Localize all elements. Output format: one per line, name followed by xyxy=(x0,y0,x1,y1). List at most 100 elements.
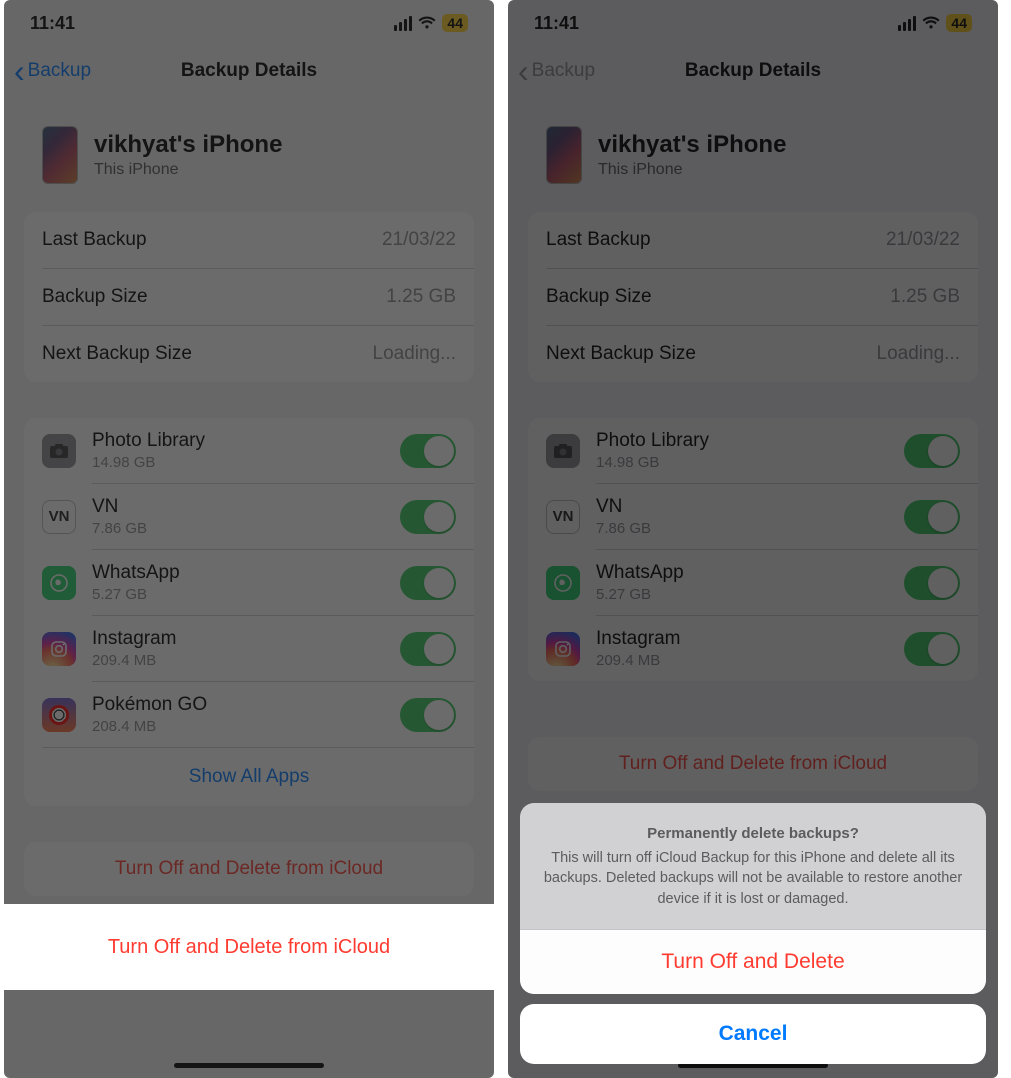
status-bar: 11:41 44 xyxy=(4,0,494,46)
whatsapp-icon xyxy=(546,566,580,600)
danger-group: Turn Off and Delete from iCloud xyxy=(528,737,978,791)
toggle-whatsapp[interactable] xyxy=(400,566,456,600)
status-bar: 11:41 44 xyxy=(508,0,998,46)
sheet-cancel-button[interactable]: Cancel xyxy=(520,1004,986,1064)
info-label: Backup Size xyxy=(42,286,148,308)
app-size: 14.98 GB xyxy=(92,454,205,471)
sheet-message: Permanently delete backups? This will tu… xyxy=(520,803,986,929)
battery-icon: 44 xyxy=(946,14,972,32)
app-size: 14.98 GB xyxy=(596,454,709,471)
app-row-photo-library: Photo Library 14.98 GB xyxy=(24,418,474,483)
turn-off-delete-button[interactable]: Turn Off and Delete from iCloud xyxy=(528,737,978,791)
screenshot-right: 11:41 44 ‹ Backup Backup Details vikhyat… xyxy=(508,0,998,1078)
app-size: 7.86 GB xyxy=(92,520,147,537)
action-sheet: Permanently delete backups? This will tu… xyxy=(520,803,986,1064)
device-subtitle: This iPhone xyxy=(94,161,282,179)
app-size: 208.4 MB xyxy=(92,718,207,735)
sheet-title: Permanently delete backups? xyxy=(542,825,964,842)
info-value: Loading... xyxy=(877,343,960,365)
info-value: 1.25 GB xyxy=(890,286,960,308)
highlighted-button-label: Turn Off and Delete from iCloud xyxy=(108,936,390,959)
battery-icon: 44 xyxy=(442,14,468,32)
info-value: 1.25 GB xyxy=(386,286,456,308)
show-all-apps-button[interactable]: Show All Apps xyxy=(24,748,474,806)
app-name: Instagram xyxy=(596,628,680,650)
nav-bar: ‹ Backup Backup Details xyxy=(508,46,998,96)
toggle-vn[interactable] xyxy=(400,500,456,534)
device-subtitle: This iPhone xyxy=(598,161,786,179)
app-size: 7.86 GB xyxy=(596,520,651,537)
app-name: VN xyxy=(92,496,147,518)
info-value: Loading... xyxy=(373,343,456,365)
toggle-whatsapp[interactable] xyxy=(904,566,960,600)
status-time: 11:41 xyxy=(534,13,579,34)
photo-library-icon xyxy=(546,434,580,468)
chevron-left-icon: ‹ xyxy=(518,63,529,79)
sheet-turn-off-delete-button[interactable]: Turn Off and Delete xyxy=(520,930,986,994)
info-label: Last Backup xyxy=(42,229,147,251)
device-header: vikhyat's iPhone This iPhone xyxy=(4,96,494,212)
app-name: Pokémon GO xyxy=(92,694,207,716)
info-label: Next Backup Size xyxy=(546,343,696,365)
backup-info-group: Last Backup 21/03/22 Backup Size 1.25 GB N… xyxy=(528,212,978,382)
app-size: 209.4 MB xyxy=(92,652,176,669)
vn-icon: VN xyxy=(546,500,580,534)
backup-info-group: Last Backup 21/03/22 Backup Size 1.25 GB… xyxy=(24,212,474,382)
status-time: 11:41 xyxy=(30,13,75,34)
back-label: Backup xyxy=(28,60,91,82)
app-name: Instagram xyxy=(92,628,176,650)
nav-bar: ‹ Backup Backup Details xyxy=(4,46,494,96)
apps-group: Photo Library 14.98 GB VN VN 7.86 GB WhatsA… xyxy=(528,418,978,681)
toggle-instagram[interactable] xyxy=(904,632,960,666)
app-size: 209.4 MB xyxy=(596,652,680,669)
app-name: WhatsApp xyxy=(596,562,684,584)
app-row-pokemon-go: Pokémon GO 208.4 MB xyxy=(24,682,474,747)
back-button: ‹ Backup xyxy=(518,60,595,82)
back-label: Backup xyxy=(532,60,595,82)
apps-group: Photo Library14.98 GB VN VN7.86 GB Whats… xyxy=(24,418,474,806)
app-size: 5.27 GB xyxy=(596,586,684,603)
app-name: Photo Library xyxy=(596,430,709,452)
app-row-whatsapp: WhatsApp 5.27 GB xyxy=(24,550,474,615)
info-value: 21/03/22 xyxy=(382,229,456,251)
toggle-pokemon-go[interactable] xyxy=(400,698,456,732)
whatsapp-icon xyxy=(42,566,76,600)
info-row-last-backup: Last Backup 21/03/22 xyxy=(24,212,474,268)
wifi-icon xyxy=(922,16,940,30)
device-name: vikhyat's iPhone xyxy=(598,131,786,159)
back-button[interactable]: ‹ Backup xyxy=(14,60,91,82)
home-indicator[interactable] xyxy=(174,1063,324,1068)
app-row-instagram: Instagram 209.4 MB xyxy=(24,616,474,681)
info-label: Next Backup Size xyxy=(42,343,192,365)
instagram-icon xyxy=(546,632,580,666)
page-title: Backup Details xyxy=(181,60,317,82)
wifi-icon xyxy=(418,16,436,30)
info-label: Backup Size xyxy=(546,286,652,308)
turn-off-delete-button[interactable]: Turn Off and Delete from iCloud xyxy=(24,842,474,896)
instagram-icon xyxy=(42,632,76,666)
info-row-backup-size: Backup Size 1.25 GB xyxy=(24,269,474,325)
device-thumbnail-icon xyxy=(42,126,78,184)
page-title: Backup Details xyxy=(685,60,821,82)
sheet-body: This will turn off iCloud Backup for thi… xyxy=(542,848,964,909)
app-size: 5.27 GB xyxy=(92,586,180,603)
app-name: Photo Library xyxy=(92,430,205,452)
info-row-next-backup: Next Backup Size Loading... xyxy=(24,326,474,382)
photo-library-icon xyxy=(42,434,76,468)
toggle-photo-library[interactable] xyxy=(904,434,960,468)
toggle-photo-library[interactable] xyxy=(400,434,456,468)
cellular-icon xyxy=(394,16,412,31)
app-name: WhatsApp xyxy=(92,562,180,584)
info-label: Last Backup xyxy=(546,229,651,251)
toggle-vn[interactable] xyxy=(904,500,960,534)
screenshot-left: 11:41 44 ‹ Backup Backup Details vikhyat… xyxy=(4,0,494,1078)
danger-group: Turn Off and Delete from iCloud xyxy=(24,842,474,896)
device-thumbnail-icon xyxy=(546,126,582,184)
device-header: vikhyat's iPhone This iPhone xyxy=(508,96,998,212)
toggle-instagram[interactable] xyxy=(400,632,456,666)
cellular-icon xyxy=(898,16,916,31)
highlighted-turn-off-delete[interactable]: Turn Off and Delete from iCloud xyxy=(4,904,494,990)
app-name: VN xyxy=(596,496,651,518)
chevron-left-icon: ‹ xyxy=(14,63,25,79)
info-value: 21/03/22 xyxy=(886,229,960,251)
